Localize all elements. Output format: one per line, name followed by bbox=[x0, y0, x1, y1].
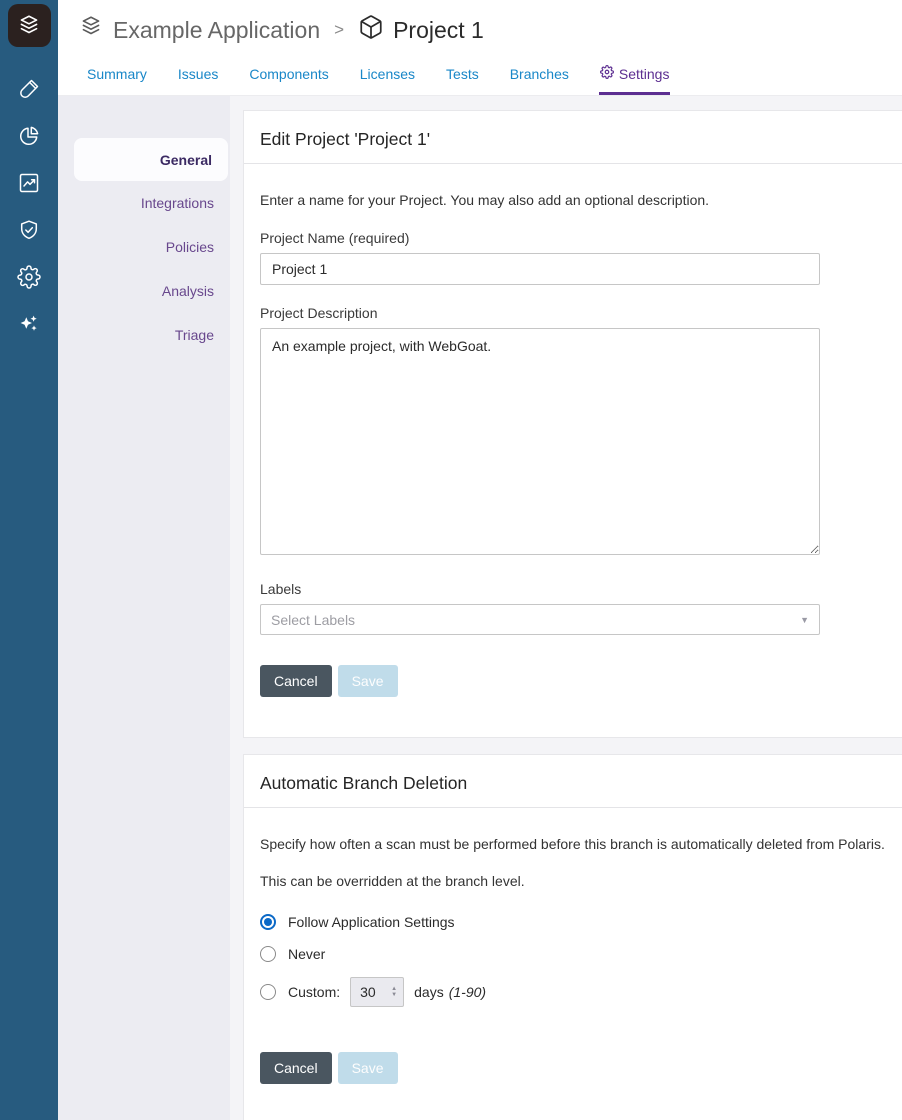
project-name-field-group: Project Name (required) bbox=[260, 230, 888, 285]
rail-item-reports[interactable] bbox=[0, 112, 58, 159]
branch-deletion-card: Automatic Branch Deletion Specify how of… bbox=[243, 754, 902, 1120]
tab-tests[interactable]: Tests bbox=[445, 60, 480, 95]
sidenav-item-general[interactable]: General bbox=[74, 138, 228, 181]
save-button[interactable]: Save bbox=[338, 1052, 398, 1084]
line-chart-icon bbox=[17, 171, 41, 195]
layers-icon bbox=[78, 14, 104, 46]
app-logo-button[interactable] bbox=[8, 4, 51, 47]
custom-days-suffix: days bbox=[414, 984, 444, 1000]
project-name-label: Project Name (required) bbox=[260, 230, 888, 246]
labels-select[interactable]: Select Labels ▼ bbox=[260, 604, 820, 635]
breadcrumb: Example Application > Project 1 bbox=[58, 0, 902, 49]
project-description-textarea[interactable]: An example project, with WebGoat. bbox=[260, 328, 820, 555]
rail-item-assist[interactable] bbox=[0, 300, 58, 347]
breadcrumb-project[interactable]: Project 1 bbox=[358, 14, 484, 46]
sidenav-item-integrations[interactable]: Integrations bbox=[58, 181, 230, 225]
radio-custom[interactable] bbox=[260, 984, 276, 1000]
tab-bar: Summary Issues Components Licenses Tests… bbox=[58, 49, 902, 95]
app-root: Example Application > Project 1 Summary … bbox=[0, 0, 902, 1120]
custom-days-range: (1-90) bbox=[449, 984, 486, 1000]
tab-branches[interactable]: Branches bbox=[509, 60, 570, 95]
edit-project-card-head: Edit Project 'Project 1' bbox=[244, 125, 902, 164]
edit-project-card: Edit Project 'Project 1' Enter a name fo… bbox=[243, 110, 902, 738]
labels-field-group: Labels Select Labels ▼ bbox=[260, 581, 888, 635]
branch-deletion-actions: Cancel Save bbox=[260, 1052, 888, 1084]
save-button[interactable]: Save bbox=[338, 665, 398, 697]
icon-rail bbox=[0, 0, 58, 1120]
branch-deletion-line1: Specify how often a scan must be perform… bbox=[260, 836, 888, 852]
option-follow-application: Follow Application Settings bbox=[260, 913, 888, 931]
stepper-arrows[interactable]: ▲ ▼ bbox=[391, 986, 397, 998]
breadcrumb-application[interactable]: Example Application bbox=[78, 14, 320, 46]
custom-days-value: 30 bbox=[360, 984, 376, 1000]
project-name-input[interactable] bbox=[260, 253, 820, 285]
cancel-button[interactable]: Cancel bbox=[260, 1052, 332, 1084]
sidenav-item-triage[interactable]: Triage bbox=[58, 313, 230, 357]
rail-item-security[interactable] bbox=[0, 206, 58, 253]
tab-settings[interactable]: Settings bbox=[599, 59, 671, 95]
breadcrumb-separator: > bbox=[330, 20, 348, 40]
test-tube-icon bbox=[17, 77, 41, 101]
project-description-field-group: Project Description An example project, … bbox=[260, 305, 888, 560]
edit-project-actions: Cancel Save bbox=[260, 665, 888, 697]
radio-follow-application-label: Follow Application Settings bbox=[288, 914, 455, 930]
project-name: Project 1 bbox=[393, 17, 484, 44]
branch-deletion-title: Automatic Branch Deletion bbox=[260, 773, 888, 794]
tab-settings-label: Settings bbox=[619, 66, 670, 82]
sidenav-item-analysis[interactable]: Analysis bbox=[58, 269, 230, 313]
project-description-label: Project Description bbox=[260, 305, 888, 321]
branch-deletion-options: Follow Application Settings Never Custom… bbox=[260, 913, 888, 1007]
option-never: Never bbox=[260, 945, 888, 963]
rail-item-settings[interactable] bbox=[0, 253, 58, 300]
layers-icon bbox=[16, 13, 42, 39]
application-name: Example Application bbox=[113, 17, 320, 44]
shield-check-icon bbox=[17, 218, 41, 242]
option-custom: Custom: 30 ▲ ▼ days (1-90) bbox=[260, 977, 888, 1007]
cube-icon bbox=[358, 14, 384, 46]
radio-follow-application[interactable] bbox=[260, 914, 276, 930]
tab-summary[interactable]: Summary bbox=[86, 60, 148, 95]
rail-item-tests[interactable] bbox=[0, 65, 58, 112]
tab-components[interactable]: Components bbox=[248, 60, 329, 95]
rail-item-trends[interactable] bbox=[0, 159, 58, 206]
edit-project-title: Edit Project 'Project 1' bbox=[260, 129, 888, 150]
radio-never-label: Never bbox=[288, 946, 325, 962]
top-header: Example Application > Project 1 Summary … bbox=[58, 0, 902, 96]
custom-days-stepper[interactable]: 30 ▲ ▼ bbox=[350, 977, 404, 1007]
sparkles-icon bbox=[17, 312, 41, 336]
chevron-down-icon: ▼ bbox=[800, 615, 809, 625]
branch-deletion-line2: This can be overridden at the branch lev… bbox=[260, 873, 888, 889]
settings-side-nav: General Integrations Policies Analysis T… bbox=[58, 96, 230, 1120]
tab-licenses[interactable]: Licenses bbox=[359, 60, 416, 95]
labels-select-placeholder: Select Labels bbox=[271, 612, 355, 628]
pie-chart-icon bbox=[17, 124, 41, 148]
branch-deletion-card-head: Automatic Branch Deletion bbox=[244, 769, 902, 808]
gear-icon bbox=[17, 265, 41, 289]
sidenav-item-policies[interactable]: Policies bbox=[58, 225, 230, 269]
cancel-button[interactable]: Cancel bbox=[260, 665, 332, 697]
radio-never[interactable] bbox=[260, 946, 276, 962]
tab-issues[interactable]: Issues bbox=[177, 60, 219, 95]
radio-custom-label: Custom: bbox=[288, 984, 340, 1000]
labels-label: Labels bbox=[260, 581, 888, 597]
edit-project-intro: Enter a name for your Project. You may a… bbox=[260, 192, 888, 208]
gear-icon bbox=[600, 65, 614, 82]
chevron-down-icon: ▼ bbox=[391, 992, 397, 998]
main-content: Edit Project 'Project 1' Enter a name fo… bbox=[230, 96, 902, 1120]
